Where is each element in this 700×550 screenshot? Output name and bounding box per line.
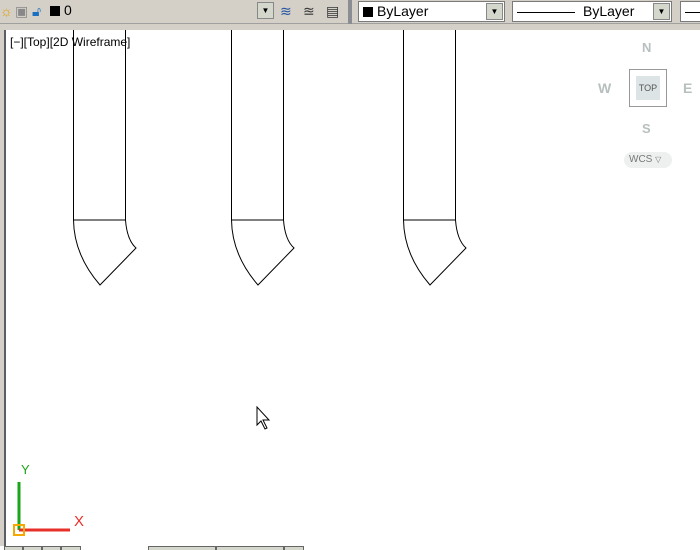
viewcube-north[interactable]: N — [642, 40, 651, 55]
viewcube-south[interactable]: S — [642, 121, 651, 136]
nav-first-button[interactable] — [4, 546, 23, 550]
viewcube-top-label: TOP — [636, 76, 660, 100]
tab-layout2[interactable] — [284, 546, 304, 550]
tab-model[interactable] — [148, 546, 216, 550]
viewcube-west[interactable]: W — [598, 80, 611, 96]
linetype-dropdown-button[interactable]: ▼ — [653, 3, 670, 20]
freeze-icon[interactable]: ▣ — [15, 3, 28, 19]
viewcube-east[interactable]: E — [683, 80, 692, 96]
drawing-shape-1 — [73, 30, 137, 286]
ucs-y-label: Y — [21, 462, 30, 477]
layer-color-icon — [50, 6, 60, 16]
linetype-combo[interactable]: ByLayer ▼ — [512, 1, 672, 22]
layer-combo[interactable]: 0 — [46, 1, 276, 22]
viewcube-face[interactable]: TOP — [629, 69, 667, 107]
lineweight-sample — [685, 11, 700, 13]
color-swatch-icon — [363, 7, 373, 17]
layer-state-icon[interactable]: ▤ — [326, 3, 339, 19]
nav-next-button[interactable] — [42, 546, 61, 550]
make-current-layer-icon[interactable]: ≋ — [280, 3, 292, 19]
chevron-down-icon: ▽ — [655, 155, 662, 164]
nav-prev-button[interactable] — [23, 546, 42, 550]
ucs-icon — [13, 482, 70, 536]
drawing-viewport[interactable]: [−][Top][2D Wireframe] Y X N W E S TOP W… — [4, 30, 700, 546]
drawing-shape-2 — [231, 30, 295, 286]
unlock-icon[interactable]: 🔓︎ — [32, 3, 41, 19]
layer-previous-icon[interactable]: ≊ — [303, 3, 315, 19]
color-dropdown-button[interactable]: ▼ — [486, 3, 503, 20]
layer-properties-toolbar: ☼ ▣ 🔓︎ 0 ▼ ≋ ≊ ▤ ByLayer ▼ ByLayer ▼ — [0, 0, 700, 30]
layout-tab-bar — [0, 546, 700, 550]
ucs-x-label: X — [74, 513, 85, 530]
wcs-label: WCS — [629, 154, 653, 165]
wcs-menu-button[interactable]: WCS ▽ — [624, 152, 672, 168]
mouse-cursor-icon — [256, 405, 271, 430]
linetype-sample — [517, 11, 575, 13]
layer-dropdown-button[interactable]: ▼ — [257, 2, 274, 19]
drawing-canvas — [13, 30, 467, 536]
lightbulb-icon[interactable]: ☼ — [0, 3, 13, 19]
tab-layout1[interactable] — [216, 546, 284, 550]
lineweight-combo[interactable] — [680, 1, 700, 22]
color-combo[interactable]: ByLayer ▼ — [358, 1, 505, 22]
nav-last-button[interactable] — [61, 546, 81, 550]
drawing-shape-3 — [403, 30, 467, 286]
viewport-controls-label[interactable]: [−][Top][2D Wireframe] — [10, 35, 130, 49]
